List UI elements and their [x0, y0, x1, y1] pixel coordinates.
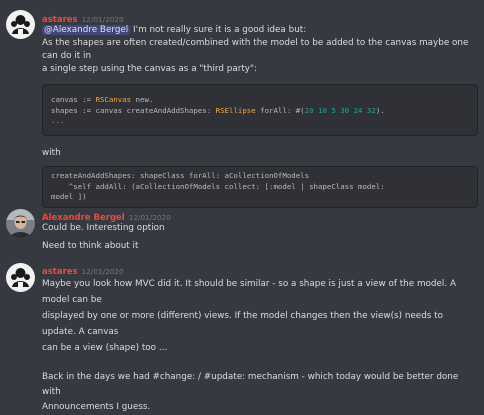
message-header: astares 12/01/2020 — [42, 262, 478, 277]
message-line: I'm not really sure it is a good idea bu… — [130, 25, 307, 35]
timestamp: 12/01/2020 — [81, 15, 124, 24]
message-line: Back in the days we had #change: / #upda… — [42, 372, 459, 397]
code-line: canvas := RSCanvas new. — [51, 95, 154, 104]
message-header: astares 12/01/2020 — [42, 10, 478, 25]
timestamp: 12/01/2020 — [81, 267, 124, 276]
message-line: As the shapes are often created/combined… — [42, 38, 469, 61]
astares-avatar-icon — [6, 263, 35, 292]
code-line: ... — [51, 116, 65, 126]
message-content: astares 12/01/2020 @Alexandre Bergel I'm … — [42, 10, 478, 208]
avatar[interactable] — [6, 10, 35, 39]
message-line: Need to think about it — [42, 241, 139, 251]
avatar[interactable] — [6, 263, 35, 292]
message-content: astares 12/01/2020 Maybe you look how MVC… — [42, 262, 478, 415]
code-line: ^self addAll: (aCollectionOfModels colle… — [51, 181, 385, 191]
message-line: displayed by one or more (different) vie… — [42, 311, 444, 337]
code-block: canvas := RSCanvas new. shapes := canvas … — [42, 84, 478, 136]
timestamp: 12/01/2020 — [128, 213, 171, 222]
message-text: @Alexandre Bergel I'm not really sure it… — [42, 24, 478, 37]
message-header: Alexandre Bergel 12/01/2020 — [42, 208, 478, 223]
message-content: Alexandre Bergel 12/01/2020 Could be. Int… — [42, 208, 478, 253]
code-line: model ]) — [51, 192, 87, 202]
message-line: can be a view (shape) too ... — [42, 343, 168, 353]
code-line: shapes := canvas createAndAddShapes: RSE… — [51, 105, 385, 115]
code-class-token: RSCanvas — [95, 95, 132, 104]
message-group: Alexandre Bergel 12/01/2020 Could be. Int… — [0, 208, 484, 252]
message-line: a single step using the canvas as a "thi… — [42, 64, 257, 74]
avatar[interactable] — [6, 209, 35, 238]
alexandre-bergel-avatar-icon — [6, 209, 35, 238]
message-line: Announcements I guess. — [42, 402, 151, 412]
code-block: createAndAddShapes: shapeClass forAll: a… — [42, 166, 478, 208]
code-number-token: 20 10 5 30 24 32 — [304, 105, 376, 115]
code-class-token: RSEllipse — [215, 105, 256, 115]
message-line: Maybe you look how MVC did it. It should… — [42, 279, 456, 305]
message-line: Could be. Interesting option — [42, 223, 165, 233]
message-group: astares 12/01/2020 @Alexandre Bergel I'm … — [0, 10, 484, 208]
message-line: with — [42, 148, 61, 158]
chat-area: astares 12/01/2020 @Alexandre Bergel I'm … — [0, 0, 484, 412]
user-mention[interactable]: @Alexandre Bergel — [42, 25, 131, 35]
code-line: createAndAddShapes: shapeClass forAll: a… — [51, 171, 310, 180]
astares-avatar-icon — [6, 10, 35, 39]
message-group: astares 12/01/2020 Maybe you look how MVC… — [0, 262, 484, 412]
